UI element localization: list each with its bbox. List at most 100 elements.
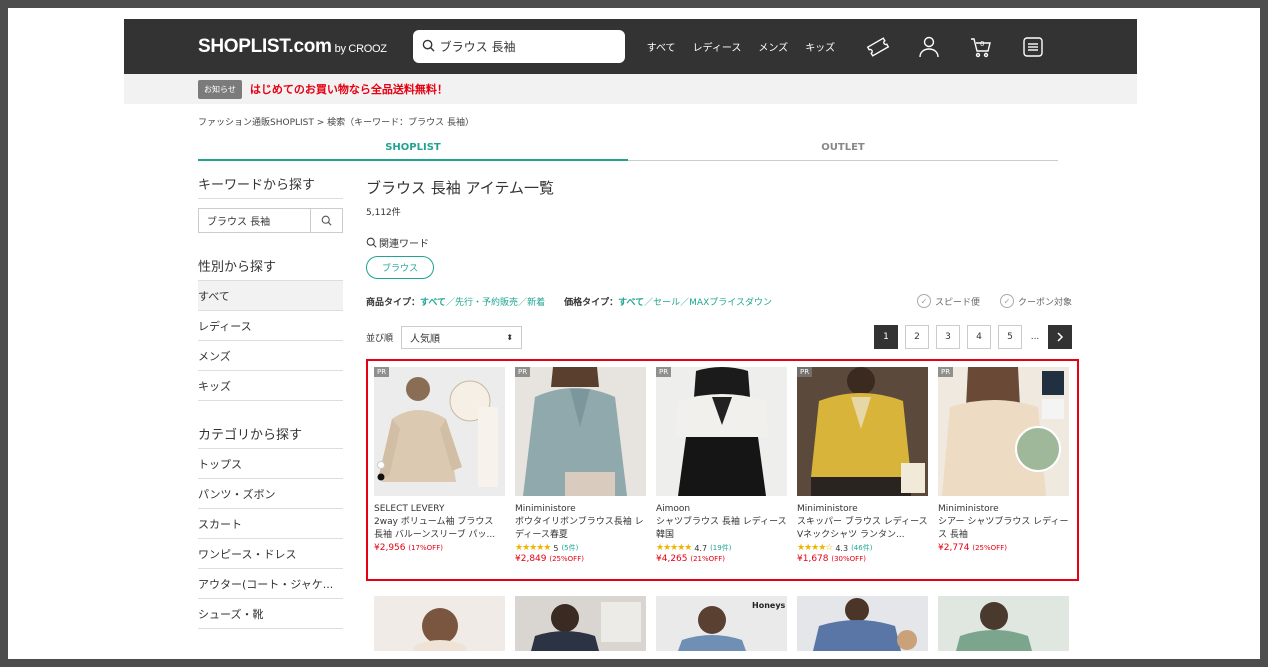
product-image[interactable] (374, 596, 505, 651)
keyword-search-button[interactable] (310, 209, 342, 232)
search-box[interactable] (412, 30, 625, 63)
search-icon[interactable] (422, 37, 435, 56)
sidebar-item-shoes[interactable]: シューズ・靴 (198, 599, 343, 629)
notice-message[interactable]: はじめてのお買い物なら全品送料無料！ (250, 81, 448, 97)
page-4[interactable]: 4 (967, 325, 991, 349)
sidebar-item-all[interactable]: すべて (198, 281, 343, 311)
keyword-input[interactable] (199, 209, 310, 232)
filter-row: 商品タイプ： すべて ／ 先行・予約販売 ／ 新着 価格タイプ： すべて ／ セ… (366, 294, 1072, 308)
page-3[interactable]: 3 (936, 325, 960, 349)
filter-checks: ✓ スピード便 ✓ クーポン対象 (916, 294, 1072, 308)
coupon-icon[interactable] (865, 35, 890, 59)
product-name[interactable]: シアー シャツブラウス レディース 長袖 (938, 516, 1069, 542)
blouse-photo-icon (656, 367, 787, 496)
product-type-all[interactable]: すべて (420, 295, 446, 308)
price-type-label: 価格タイプ： (564, 297, 619, 308)
notice-bar: お知らせ はじめてのお買い物なら全品送料無料！ (124, 74, 1137, 104)
star-rating-icon: ★★★★★ (656, 543, 692, 553)
nav-all[interactable]: すべて (647, 39, 676, 54)
pr-badge: PR (797, 367, 813, 377)
star-rating-icon: ★★★★☆ (797, 543, 833, 553)
product-grid-row-2: Honeys (374, 596, 1069, 651)
product-name[interactable]: シャツブラウス 長袖 レディース 韓国 (656, 516, 787, 542)
pr-badge: PR (515, 367, 531, 377)
cart-icon[interactable]: 0 (969, 35, 993, 59)
price-type-maxdown[interactable]: MAXプライスダウン (689, 295, 772, 308)
product-image[interactable]: PR (515, 367, 646, 496)
sidebar-item-skirt[interactable]: スカート (198, 509, 343, 539)
sidebar-item-tops[interactable]: トップス (198, 449, 343, 479)
product-image[interactable]: PR (374, 367, 505, 496)
site-header: SHOPLIST.comby CROOZ すべて レディース メンズ キッズ 0 (124, 19, 1137, 74)
page-1[interactable]: 1 (874, 325, 898, 349)
product-brand: Miniministore (797, 504, 858, 514)
tab-outlet[interactable]: OUTLET (628, 140, 1058, 161)
product-image[interactable] (797, 596, 928, 651)
site-logo[interactable]: SHOPLIST.com by CROOZ (198, 36, 387, 58)
search-input[interactable] (439, 39, 610, 54)
select-arrows-icon: ⬍ (506, 332, 514, 342)
price-type-all[interactable]: すべて (618, 295, 644, 308)
next-page-button[interactable] (1048, 325, 1072, 349)
product-image[interactable] (515, 596, 646, 651)
product-card[interactable]: PR Miniministore シアー シャツブラウス レディース 長袖 ¥2… (938, 367, 1069, 564)
product-image[interactable]: PR (938, 367, 1069, 496)
product-image[interactable]: Honeys (656, 596, 787, 651)
product-name[interactable]: ボウタイリボンブラウス長袖 レディース春夏 (515, 516, 646, 542)
sidebar-search (198, 208, 343, 233)
sidebar-item-pants[interactable]: パンツ・ズボン (198, 479, 343, 509)
coupon-checkbox[interactable]: ✓ クーポン対象 (999, 294, 1072, 308)
product-rating: ★★★★★ 4.7 (19件) (656, 543, 732, 553)
svg-text:Honeys: Honeys (752, 601, 786, 610)
product-type-new[interactable]: 新着 (527, 295, 545, 308)
product-grid: PR SELECT LEVERY 2way ボリューム袖 ブラウス 長袖 バルー… (374, 367, 1069, 564)
sort-row: 並び順 人気順 ⬍ 1 2 3 4 5 ... (366, 325, 1072, 349)
blouse-photo-icon (797, 596, 928, 651)
product-type-label: 商品タイプ： (366, 297, 421, 308)
product-image[interactable] (938, 596, 1069, 651)
nav-ladies[interactable]: レディース (693, 39, 742, 54)
category-heading: カテゴリから探す (198, 419, 343, 449)
pr-badge: PR (938, 367, 954, 377)
search-icon (321, 215, 332, 226)
blouse-photo-icon (797, 367, 928, 496)
sidebar-item-ladies[interactable]: レディース (198, 311, 343, 341)
tab-shoplist[interactable]: SHOPLIST (198, 140, 628, 161)
product-card[interactable]: PR Aimoon シャツブラウス 長袖 レディース 韓国 ★★★★★ 4.7 (1… (656, 367, 787, 564)
product-image[interactable]: PR (797, 367, 928, 496)
nav-kids[interactable]: キッズ (805, 39, 835, 54)
account-icon[interactable] (917, 35, 941, 59)
star-rating-icon: ★★★★★ (515, 543, 551, 553)
product-rating: ★★★★★ 5 (5件) (515, 543, 579, 553)
menu-icon[interactable] (1021, 35, 1045, 59)
related-chip[interactable]: ブラウス (366, 256, 435, 279)
blouse-photo-icon (515, 367, 646, 496)
blouse-photo-icon (938, 367, 1069, 496)
related-label: 関連ワード (379, 239, 429, 250)
sidebar-item-mens[interactable]: メンズ (198, 341, 343, 371)
header-icons: 0 (865, 35, 1045, 59)
product-type-preorder[interactable]: 先行・予約販売 (455, 295, 518, 308)
product-card[interactable]: PR SELECT LEVERY 2way ボリューム袖 ブラウス 長袖 バルー… (374, 367, 505, 564)
sidebar-item-outer[interactable]: アウター(コート・ジャケ... (198, 569, 343, 599)
sort-select[interactable]: 人気順 ⬍ (401, 325, 523, 349)
page-2[interactable]: 2 (905, 325, 929, 349)
sidebar-item-dress[interactable]: ワンピース・ドレス (198, 539, 343, 569)
check-icon: ✓ (916, 294, 931, 308)
price-type-sale[interactable]: セール (653, 295, 680, 308)
sort-label: 並び順 (366, 333, 394, 344)
speed-checkbox[interactable]: ✓ スピード便 (916, 294, 980, 308)
product-name[interactable]: 2way ボリューム袖 ブラウス 長袖 バルーンスリーブ パッ... (374, 516, 505, 542)
nav-mens[interactable]: メンズ (758, 39, 788, 54)
product-image[interactable]: PR (656, 367, 787, 496)
sidebar-item-kids[interactable]: キッズ (198, 371, 343, 401)
chevron-right-icon (1057, 332, 1064, 342)
breadcrumb[interactable]: ファッション通販SHOPLIST > 検索（キーワード：ブラウス 長袖） (198, 115, 474, 128)
product-price: ¥1,678 (30%OFF) (797, 554, 866, 564)
notice-tag: お知らせ (198, 79, 242, 99)
product-card[interactable]: PR Miniministore スキッパー ブラウス レディース Vネックシャ… (797, 367, 928, 564)
result-count: 5,112件 (366, 208, 401, 218)
product-name[interactable]: スキッパー ブラウス レディース Vネックシャツ ランタン... (797, 516, 928, 542)
product-card[interactable]: PR Miniministore ボウタイリボンブラウス長袖 レディース春夏 ★… (515, 367, 646, 564)
page-5[interactable]: 5 (998, 325, 1022, 349)
